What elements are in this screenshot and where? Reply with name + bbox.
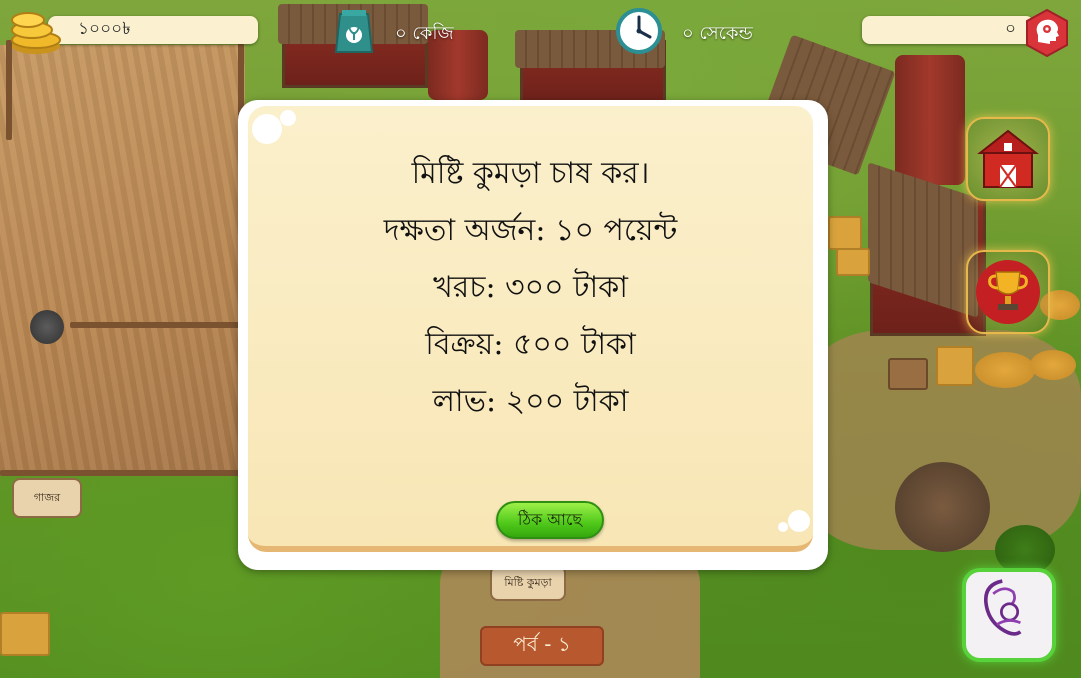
dialog-line-cost: খরচ: ৩০০ টাকা bbox=[433, 270, 628, 305]
seed-amount: ০ কেজি bbox=[395, 23, 454, 44]
decor-bubble bbox=[788, 510, 810, 532]
xp-value: ০ bbox=[1004, 19, 1016, 39]
decor-bubble bbox=[252, 114, 282, 144]
hay-bale bbox=[836, 248, 870, 276]
trophy-icon bbox=[976, 260, 1040, 324]
decor-bubble bbox=[280, 110, 296, 126]
logo-button[interactable] bbox=[962, 568, 1056, 662]
clock-icon bbox=[616, 8, 662, 54]
water-tank bbox=[895, 462, 990, 552]
hay-bale bbox=[936, 346, 974, 386]
trophy-button[interactable] bbox=[966, 250, 1050, 334]
fence-inner bbox=[70, 322, 240, 328]
fence-bottom bbox=[0, 470, 240, 476]
barn-icon bbox=[977, 129, 1039, 188]
dialog-line-crop: মিষ্টি কুমড়া চাষ কর। bbox=[411, 156, 650, 191]
barn-button[interactable] bbox=[966, 117, 1050, 201]
wood-crate bbox=[888, 358, 928, 390]
plowed-field bbox=[0, 45, 245, 475]
timer-value: ০ সেকেন্ড bbox=[682, 23, 753, 44]
dialog-panel: মিষ্টি কুমড়া চাষ কর। দক্ষতা অর্জন: ১০ প… bbox=[248, 106, 813, 552]
gear-head-icon[interactable] bbox=[1022, 8, 1072, 58]
sign-carrot: গাজর bbox=[12, 478, 82, 518]
hay-pile bbox=[1030, 350, 1076, 380]
dialog-line-profit: লাভ: ২০০ টাকা bbox=[432, 384, 629, 419]
hay-bale bbox=[828, 216, 862, 250]
barrel bbox=[30, 310, 64, 344]
mother-child-logo-icon bbox=[983, 579, 1022, 636]
dialog-line-sale: বিক্রয়: ৫০০ টাকা bbox=[425, 327, 636, 362]
seed-bag-icon bbox=[334, 10, 374, 53]
hay-pile bbox=[975, 352, 1035, 388]
coins-counter: ১০০০৳ bbox=[48, 16, 258, 44]
ok-button[interactable]: ঠিক আছে bbox=[496, 501, 604, 539]
sign-pumpkin: মিষ্টি কুমড়া bbox=[490, 565, 566, 601]
crop-info-dialog: মিষ্টি কুমড়া চাষ কর। দক্ষতা অর্জন: ১০ প… bbox=[238, 100, 828, 570]
gold-coins-icon bbox=[11, 12, 61, 54]
decor-bubble bbox=[778, 522, 788, 532]
hay-bale bbox=[0, 612, 50, 656]
coins-value: ১০০০৳ bbox=[78, 19, 131, 39]
silo-right bbox=[895, 55, 965, 185]
dialog-line-skill: দক্ষতা অর্জন: ১০ পয়েন্ট bbox=[383, 213, 678, 248]
xp-counter: ০ bbox=[862, 16, 1034, 44]
level-badge: পর্ব - ১ bbox=[480, 626, 604, 666]
